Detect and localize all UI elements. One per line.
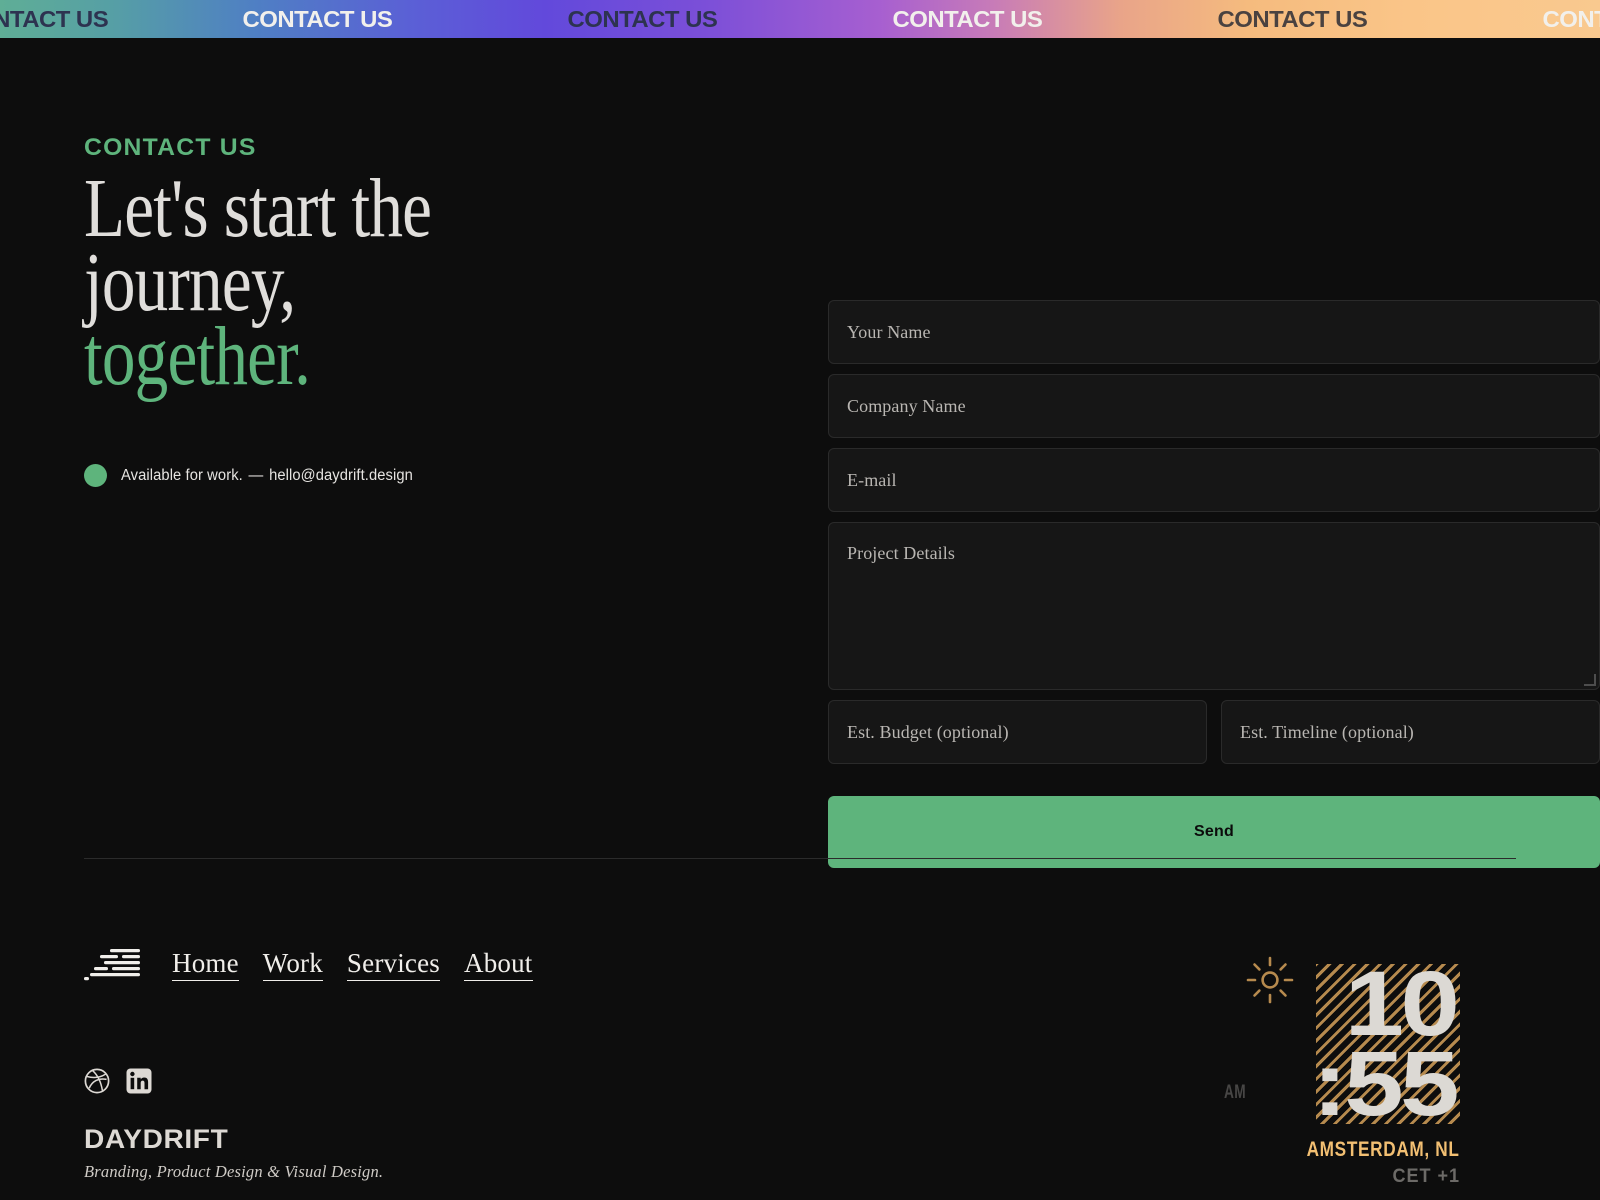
footer-link-about[interactable]: About <box>464 948 533 981</box>
marquee-track: CONTACT US CONTACT US CONTACT US CONTACT… <box>0 0 1600 38</box>
drift-lines-icon[interactable] <box>84 944 146 984</box>
clock-city: AMSTERDAM, NL <box>1307 1138 1460 1161</box>
availability-label: Available for work. <box>121 466 243 484</box>
resize-handle-icon[interactable] <box>1584 674 1596 686</box>
company-name-placeholder: Company Name <box>847 395 966 416</box>
clock-hour: 10 <box>1344 953 1459 1055</box>
est-budget-field[interactable]: Est. Budget (optional) <box>828 700 1207 764</box>
status-dot-icon <box>84 464 107 487</box>
contact-page: CONTACT US Let's start the journey, toge… <box>0 38 1600 1200</box>
est-timeline-field[interactable]: Est. Timeline (optional) <box>1221 700 1600 764</box>
marquee-item: CONTACT US <box>1217 5 1368 32</box>
est-budget-placeholder: Est. Budget (optional) <box>847 721 1009 742</box>
marquee-item: CONTACT US <box>1542 5 1600 32</box>
availability-status: Available for work. — hello@daydrift.desig… <box>84 464 428 487</box>
section-eyebrow: CONTACT US <box>84 134 257 161</box>
est-timeline-placeholder: Est. Timeline (optional) <box>1240 721 1414 742</box>
email-placeholder: E-mail <box>847 469 897 490</box>
footer-link-services[interactable]: Services <box>346 948 440 981</box>
optional-fields-row: Est. Budget (optional) Est. Timeline (op… <box>828 700 1600 764</box>
page-title: Let's start the journey, together. <box>84 162 644 403</box>
clock-timezone: CET +1 <box>1392 1166 1460 1187</box>
contact-email-link[interactable]: hello@daydrift.design <box>269 467 413 484</box>
site-footer: Home Work Services About DAYDRIFT Brandi… <box>0 858 1600 1200</box>
email-field[interactable]: E-mail <box>828 448 1600 512</box>
headline-line-1: Let's start the journey, <box>84 162 432 329</box>
availability-text: Available for work. — hello@daydrift.desig… <box>121 467 413 485</box>
clock-minute: :55 <box>1312 1033 1459 1135</box>
headline-line-2: together. <box>84 309 311 403</box>
brand-wordmark: DAYDRIFT <box>84 1124 229 1154</box>
local-time-widget: 10 :55 AM AMSTERDAM, NL CET +1 <box>1216 928 1516 1187</box>
availability-separator: — <box>248 466 264 484</box>
marquee-item: CONTACT US <box>567 5 718 32</box>
project-details-placeholder: Project Details <box>847 543 955 563</box>
contact-section: CONTACT US Let's start the journey, toge… <box>84 134 1600 868</box>
brand-block: DAYDRIFT Branding, Product Design & Visu… <box>84 1124 383 1182</box>
footer-link-home[interactable]: Home <box>172 948 239 981</box>
marquee-item: CONTACT US <box>0 5 109 32</box>
social-links <box>84 1068 152 1094</box>
footer-link-work[interactable]: Work <box>262 948 323 981</box>
sun-icon <box>1244 954 1296 1006</box>
footer-links: Home Work Services About <box>172 948 533 981</box>
clock-meridiem: AM <box>1224 1082 1247 1103</box>
footer-navigation: Home Work Services About <box>84 944 533 984</box>
company-name-field[interactable]: Company Name <box>828 374 1600 438</box>
dribbble-icon[interactable] <box>84 1068 110 1094</box>
marquee-item: CONTACT US <box>242 5 393 32</box>
contact-form: Your Name Company Name E-mail Project De… <box>828 300 1600 868</box>
brand-tagline: Branding, Product Design & Visual Design… <box>84 1162 384 1181</box>
your-name-placeholder: Your Name <box>847 321 931 342</box>
marquee-item: CONTACT US <box>892 5 1043 32</box>
project-details-textarea[interactable]: Project Details <box>828 522 1600 690</box>
linkedin-icon[interactable] <box>126 1068 152 1094</box>
contact-marquee-banner: CONTACT US CONTACT US CONTACT US CONTACT… <box>0 0 1600 38</box>
your-name-field[interactable]: Your Name <box>828 300 1600 364</box>
